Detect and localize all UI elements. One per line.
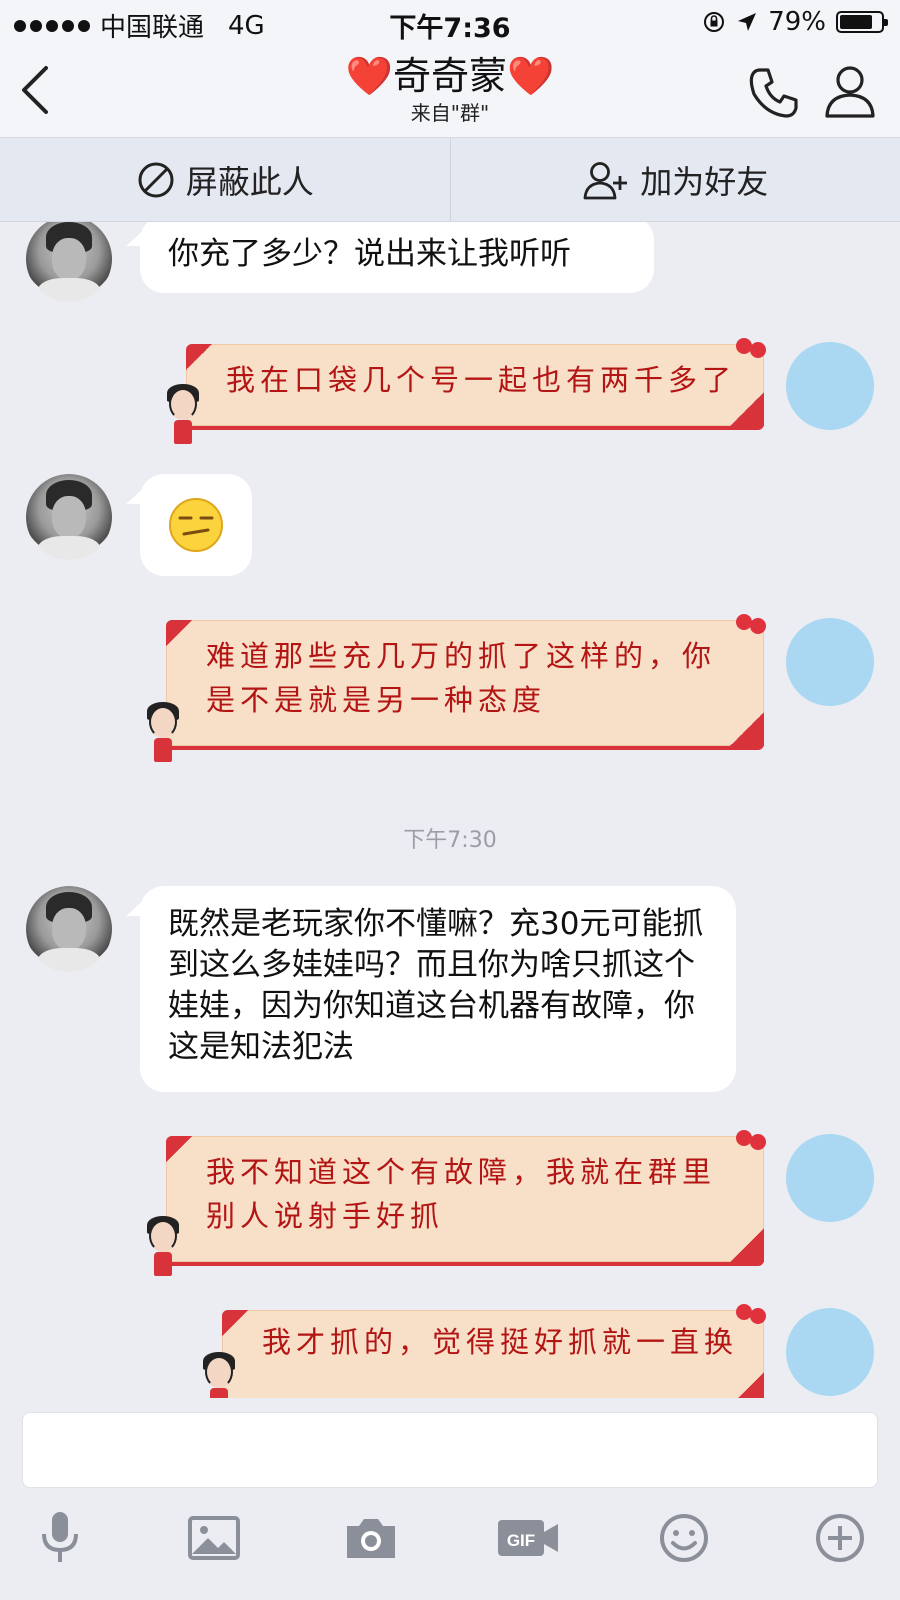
gif-button[interactable]: GIF: [496, 1508, 560, 1568]
message-bubble-sent[interactable]: 难道那些充几万的抓了这样的，你是不是就是另一种态度: [166, 620, 764, 750]
message-text: 你充了多少？说出来让我听听: [168, 236, 571, 272]
my-avatar[interactable]: [786, 342, 874, 430]
gif-icon: GIF: [498, 1520, 558, 1556]
bubble-character-decoration: [144, 1214, 182, 1280]
message-bubble-received[interactable]: [126, 474, 252, 576]
battery-percent: 79%: [768, 7, 826, 37]
chat-header: ❤️奇奇蒙❤️ 来自"群": [0, 42, 900, 138]
bubble-character-decoration: [164, 382, 202, 448]
my-avatar[interactable]: [786, 1308, 874, 1396]
message-text: 我才抓的，觉得挺好抓就一直换: [262, 1325, 739, 1359]
plus-icon: [816, 1514, 864, 1562]
message-bubble-received[interactable]: 你充了多少？说出来让我听听: [126, 222, 654, 293]
composer-toolbar: GIF: [0, 1498, 900, 1598]
my-avatar[interactable]: [786, 1134, 874, 1222]
block-user-label: 屏蔽此人: [185, 162, 314, 201]
phone-icon: [749, 68, 798, 118]
status-bar: 中国联通 4G 下午7:36 79%: [0, 0, 900, 44]
camera-icon: [347, 1519, 395, 1558]
block-user-button[interactable]: 屏蔽此人: [0, 138, 450, 221]
message-timestamp: 下午7:30: [403, 828, 497, 853]
battery-icon: [836, 11, 888, 33]
bubble-character-decoration: [144, 700, 182, 766]
emoji-button[interactable]: [654, 1508, 714, 1568]
person-icon: [825, 66, 875, 118]
sender-avatar[interactable]: [26, 886, 112, 972]
message-bubble-sent[interactable]: 我才抓的，觉得挺好抓就一直换: [222, 1310, 764, 1398]
svg-text:GIF: GIF: [507, 1531, 535, 1550]
sender-avatar[interactable]: [26, 222, 112, 302]
orientation-lock-icon: [704, 12, 725, 32]
sender-avatar[interactable]: [26, 474, 112, 560]
flower-decoration: [736, 1130, 770, 1156]
my-avatar[interactable]: [786, 618, 874, 706]
message-text: 我不知道这个有故障，我就在群里别人说射手好抓: [206, 1155, 717, 1233]
message-input[interactable]: [22, 1412, 878, 1488]
microphone-icon: [42, 1512, 78, 1562]
add-friend-label: 加为好友: [640, 162, 769, 201]
add-friend-icon: [583, 161, 628, 199]
message-list[interactable]: 你充了多少？说出来让我听听 我在口袋几个号一起也有两千多了 难道那些充几万的抓了…: [0, 222, 900, 1398]
message-bubble-sent[interactable]: 我不知道这个有故障，我就在群里别人说射手好抓: [166, 1136, 764, 1266]
photo-button[interactable]: [184, 1508, 244, 1568]
message-bubble-received[interactable]: 既然是老玩家你不懂嘛？充30元可能抓到这么多娃娃吗？而且你为啥只抓这个娃娃，因为…: [126, 886, 736, 1092]
block-icon: [138, 162, 174, 197]
add-friend-button[interactable]: 加为好友: [451, 138, 900, 221]
composer: GIF: [0, 1398, 900, 1600]
emoji-icon: [660, 1514, 708, 1562]
bubble-character-decoration: [200, 1350, 238, 1398]
more-button[interactable]: [810, 1508, 870, 1568]
profile-button[interactable]: [822, 62, 878, 120]
smirk-emoji-icon: [169, 498, 223, 552]
message-bubble-sent[interactable]: 我在口袋几个号一起也有两千多了: [186, 344, 764, 430]
message-text: 难道那些充几万的抓了这样的，你是不是就是另一种态度: [206, 639, 717, 717]
message-text: 我在口袋几个号一起也有两千多了: [226, 363, 737, 397]
message-text: 既然是老玩家你不懂嘛？充30元可能抓到这么多娃娃吗？而且你为啥只抓这个娃娃，因为…: [168, 906, 704, 1065]
flower-decoration: [736, 1304, 770, 1330]
battery-fill: [840, 15, 872, 29]
voice-button[interactable]: [30, 1508, 90, 1568]
flower-decoration: [736, 614, 770, 640]
action-bar: 屏蔽此人 加为好友: [0, 138, 900, 222]
camera-button[interactable]: [341, 1508, 401, 1568]
image-icon: [188, 1516, 240, 1560]
flower-decoration: [736, 338, 770, 364]
call-button[interactable]: [746, 64, 802, 120]
location-arrow-icon: [738, 13, 757, 31]
